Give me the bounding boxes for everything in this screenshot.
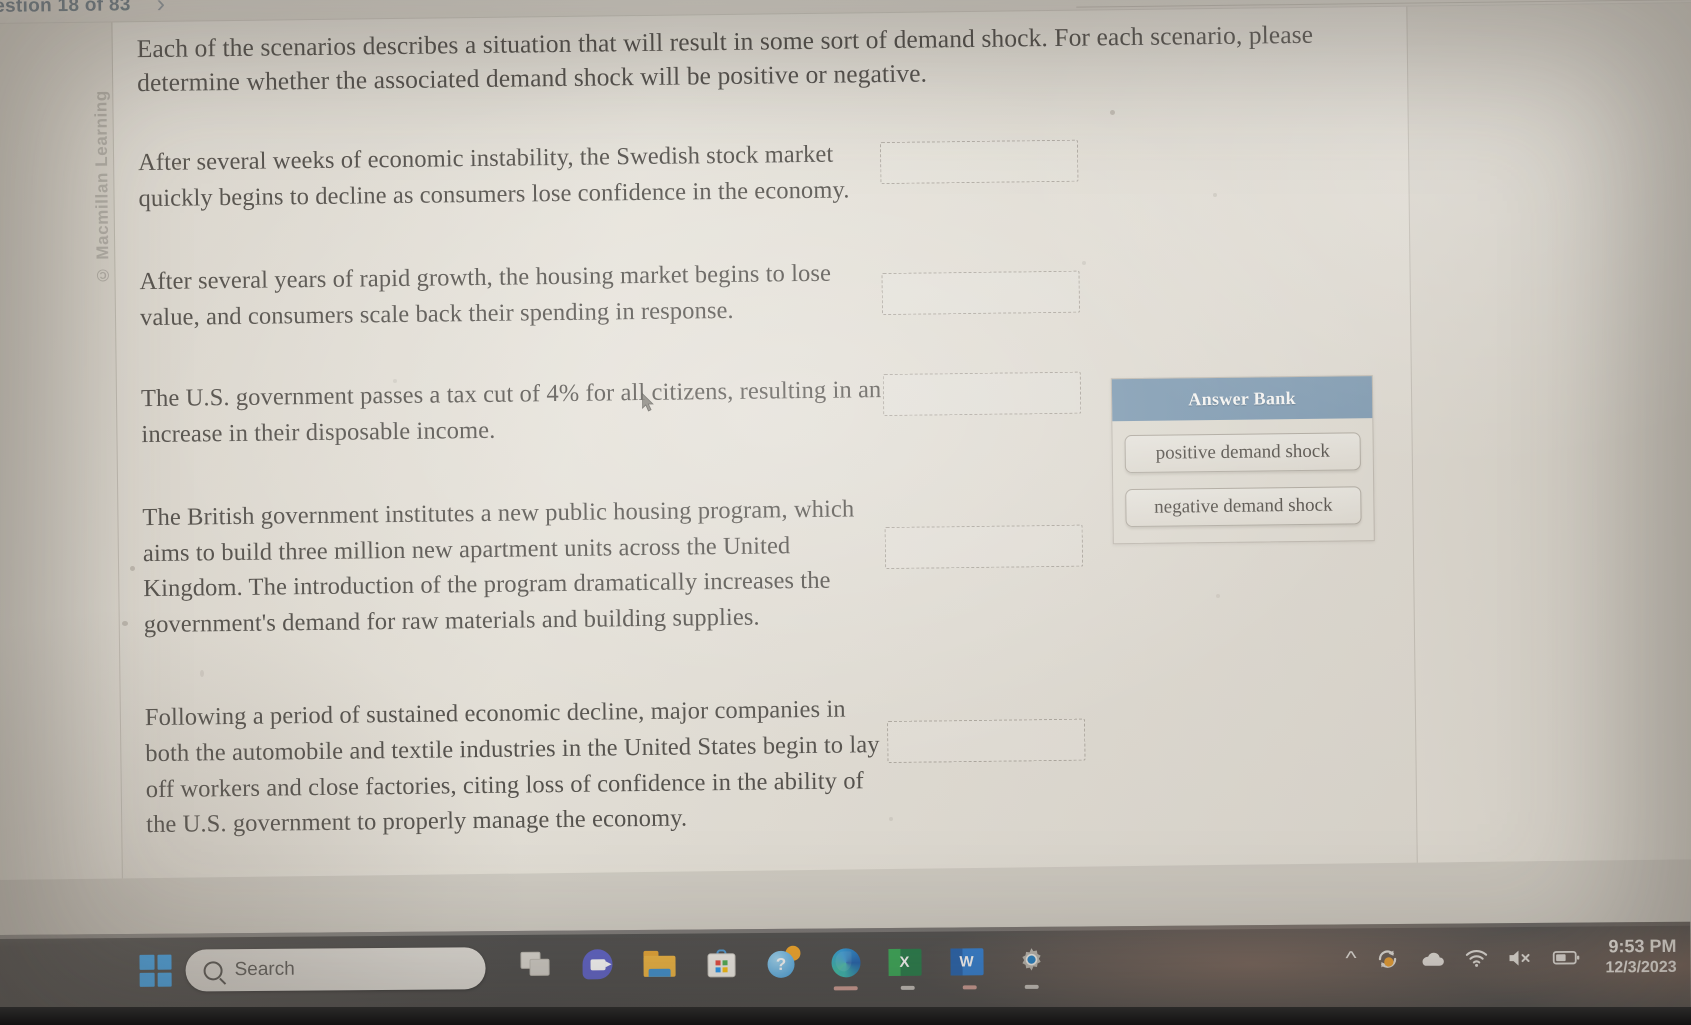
cloud-icon[interactable] bbox=[1419, 948, 1445, 968]
answer-bank-title: Answer Bank bbox=[1111, 376, 1373, 422]
scenario-text: After several years of rapid growth, the… bbox=[139, 260, 832, 332]
scenario-row: After several weeks of economic instabil… bbox=[138, 130, 1399, 216]
windows-logo-icon[interactable] bbox=[139, 954, 172, 987]
page-right-gutter bbox=[1405, 0, 1691, 863]
macmillan-watermark: © Macmillan Learning bbox=[91, 90, 113, 285]
scenario-row: After several years of rapid growth, the… bbox=[139, 249, 1400, 335]
clock[interactable]: 9:53 PM 12/3/2023 bbox=[1605, 936, 1677, 978]
question-prompt: Each of the scenarios describes a situat… bbox=[136, 19, 1314, 97]
scenario-text: After several weeks of economic instabil… bbox=[137, 140, 850, 212]
wifi-icon[interactable] bbox=[1464, 948, 1488, 968]
answer-chip-negative[interactable]: negative demand shock bbox=[1125, 486, 1362, 528]
mouse-cursor bbox=[641, 392, 654, 412]
monitor-screenshot: estion 18 of 83 › © Macmillan Learning E… bbox=[0, 0, 1691, 1025]
file-explorer-icon[interactable] bbox=[639, 944, 679, 984]
chevron-right-icon[interactable]: › bbox=[157, 0, 166, 19]
answer-chip-positive[interactable]: positive demand shock bbox=[1124, 432, 1361, 474]
chevron-up-icon[interactable]: ^ bbox=[1345, 948, 1356, 970]
settings-gear-icon[interactable] bbox=[1011, 941, 1051, 989]
search-placeholder: Search bbox=[234, 958, 295, 981]
speaker-muted-icon[interactable] bbox=[1507, 948, 1533, 968]
answer-dropzone[interactable] bbox=[879, 139, 1079, 185]
scenario-text: The U.S. government passes a tax cut of … bbox=[140, 376, 882, 449]
task-view-icon[interactable] bbox=[515, 945, 555, 985]
get-help-icon[interactable]: ? bbox=[763, 943, 803, 983]
answer-dropzone[interactable] bbox=[884, 525, 1084, 570]
sync-update-icon[interactable] bbox=[1374, 946, 1400, 972]
answer-dropzone[interactable] bbox=[882, 372, 1082, 417]
answer-dropzone[interactable] bbox=[881, 271, 1081, 316]
excel-icon[interactable]: X bbox=[887, 942, 927, 990]
answer-bank-items: positive demand shock negative demand sh… bbox=[1112, 418, 1373, 543]
microsoft-store-icon[interactable] bbox=[701, 943, 741, 983]
monitor-bezel bbox=[0, 1007, 1691, 1025]
quiz-page: estion 18 of 83 › © Macmillan Learning E… bbox=[0, 0, 1691, 880]
chat-icon[interactable] bbox=[577, 944, 617, 984]
taskbar-pinned-apps: ? X W bbox=[515, 941, 1051, 991]
search-icon bbox=[203, 960, 223, 980]
system-tray: ^ 9:53 PM 12/3/2023 bbox=[1345, 936, 1677, 980]
clock-date: 12/3/2023 bbox=[1605, 958, 1677, 977]
search-input[interactable]: Search bbox=[185, 947, 486, 992]
word-icon[interactable]: W bbox=[949, 941, 989, 990]
scenario-text: The British government institutes a new … bbox=[142, 495, 855, 639]
taskbar-left-cluster: Search bbox=[139, 947, 486, 992]
answer-dropzone[interactable] bbox=[887, 719, 1086, 764]
battery-icon[interactable] bbox=[1552, 948, 1580, 966]
edge-icon[interactable] bbox=[825, 942, 865, 991]
scenario-row: Following a period of sustained economic… bbox=[145, 685, 1407, 842]
question-counter: estion 18 of 83 bbox=[0, 0, 131, 17]
clock-time: 9:53 PM bbox=[1608, 935, 1677, 957]
scenario-text: Following a period of sustained economic… bbox=[144, 696, 880, 839]
answer-bank-panel: Answer Bank positive demand shock negati… bbox=[1110, 375, 1375, 545]
